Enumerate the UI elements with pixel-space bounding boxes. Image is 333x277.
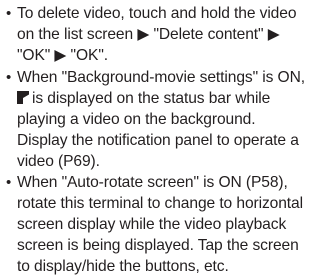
note-line: playing a video on the background. bbox=[17, 110, 256, 128]
bullet: • bbox=[6, 174, 12, 191]
note-line: To delete video, touch and hold the vide… bbox=[17, 5, 297, 22]
note-line: to display/hide the buttons, etc. bbox=[17, 258, 229, 275]
notes-list: • To delete video, touch and hold the vi… bbox=[0, 0, 333, 277]
note-line: Display the notification panel to operat… bbox=[17, 131, 299, 149]
note-background-movie: • When "Background-movie settings" is ON… bbox=[0, 67, 333, 172]
note-line-with-icon: is displayed on the status bar while bbox=[17, 88, 333, 109]
note-line: When "Background-movie settings" is ON, bbox=[17, 68, 305, 86]
bullet: • bbox=[6, 5, 12, 22]
note-line: screen is being displayed. Tap the scree… bbox=[17, 237, 299, 254]
note-auto-rotate: • When "Auto-rotate screen" is ON (P58),… bbox=[0, 172, 333, 277]
note-delete-video: • To delete video, touch and hold the vi… bbox=[0, 3, 333, 66]
note-line: video (P69). bbox=[17, 152, 100, 170]
note-line: screen display while the video playback bbox=[17, 216, 287, 233]
bullet: • bbox=[6, 68, 12, 86]
note-line: rotate this terminal to change to horizo… bbox=[17, 195, 303, 212]
note-line-text: is displayed on the status bar while bbox=[32, 89, 271, 107]
note-line: on the list screen ▶ "Delete content" ▶ bbox=[17, 26, 280, 43]
note-line: When "Auto-rotate screen" is ON (P58), bbox=[17, 174, 288, 191]
note-line: "OK" ▶ "OK". bbox=[17, 47, 108, 64]
video-playing-status-icon bbox=[17, 90, 29, 104]
